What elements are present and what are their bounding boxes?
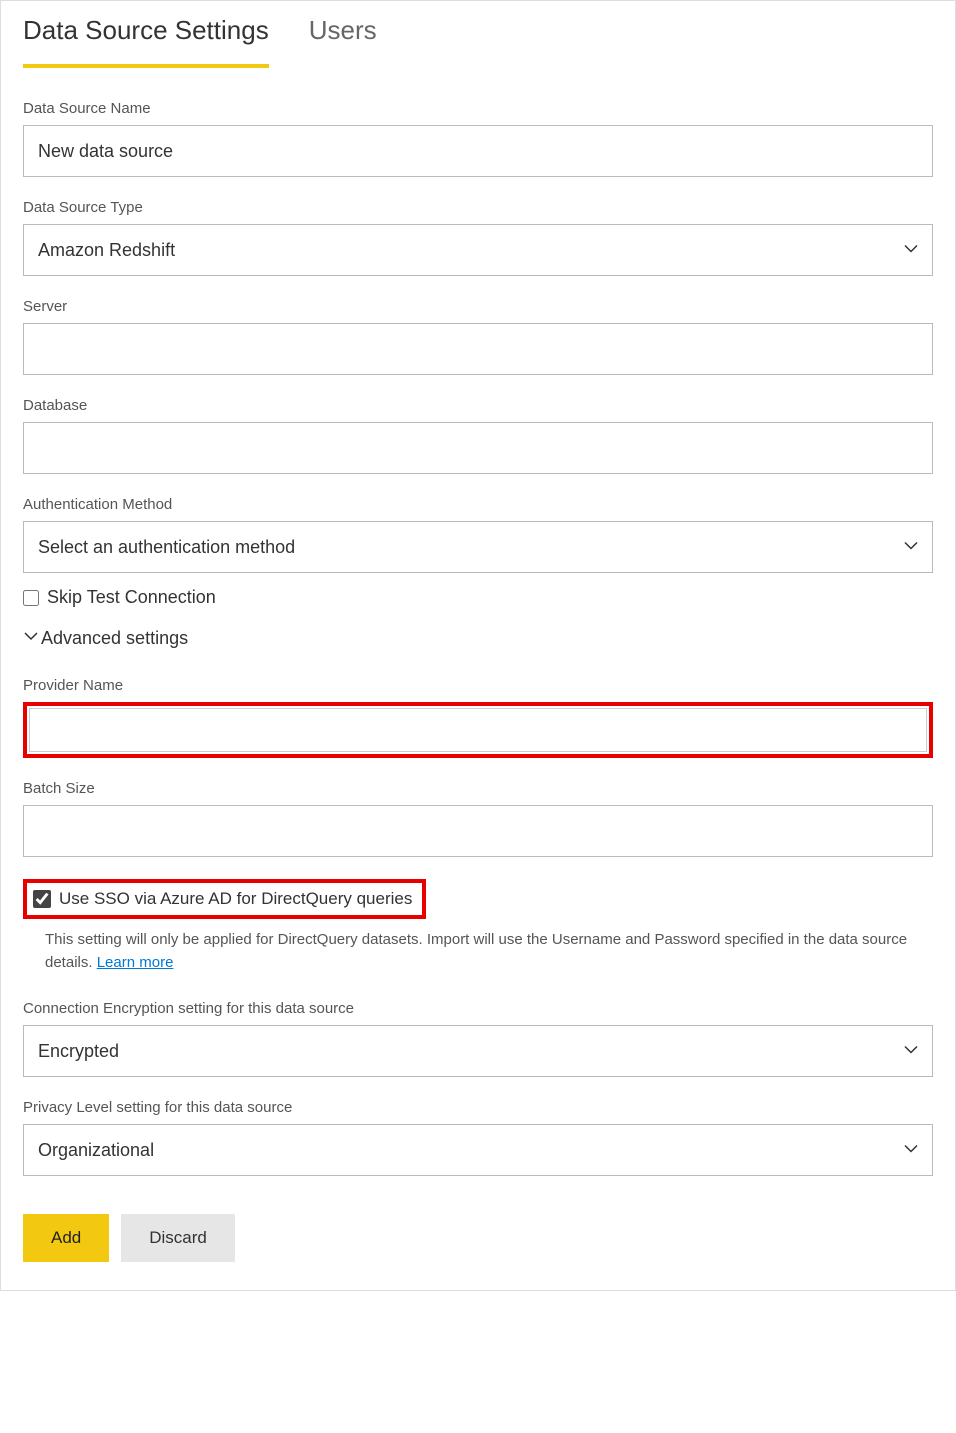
sso-label: Use SSO via Azure AD for DirectQuery que…: [59, 889, 412, 909]
privacy-select[interactable]: Organizational: [23, 1124, 933, 1176]
database-input[interactable]: [23, 422, 933, 474]
learn-more-link[interactable]: Learn more: [97, 954, 174, 971]
settings-panel: Data Source Settings Users Data Source N…: [0, 0, 956, 1291]
server-input[interactable]: [23, 323, 933, 375]
tab-users[interactable]: Users: [309, 9, 377, 68]
advanced-settings-label: Advanced settings: [41, 628, 188, 649]
sso-highlight: Use SSO via Azure AD for DirectQuery que…: [23, 879, 426, 919]
tab-data-source-settings[interactable]: Data Source Settings: [23, 9, 269, 68]
advanced-settings-toggle[interactable]: Advanced settings: [23, 628, 933, 649]
encryption-select[interactable]: Encrypted: [23, 1025, 933, 1077]
add-button[interactable]: Add: [23, 1214, 109, 1262]
data-source-name-input[interactable]: [23, 125, 933, 177]
data-source-name-label: Data Source Name: [23, 100, 933, 117]
chevron-down-icon: [23, 628, 39, 649]
skip-test-label: Skip Test Connection: [47, 587, 216, 608]
encryption-label: Connection Encryption setting for this d…: [23, 1000, 933, 1017]
provider-name-input[interactable]: [29, 708, 927, 752]
provider-name-label: Provider Name: [23, 677, 933, 694]
discard-button[interactable]: Discard: [121, 1214, 235, 1262]
skip-test-checkbox[interactable]: [23, 590, 39, 606]
batch-size-label: Batch Size: [23, 780, 933, 797]
auth-method-label: Authentication Method: [23, 496, 933, 513]
tab-bar: Data Source Settings Users: [23, 1, 933, 68]
auth-method-select[interactable]: Select an authentication method: [23, 521, 933, 573]
provider-name-highlight: [23, 702, 933, 758]
sso-checkbox[interactable]: [33, 890, 51, 908]
data-source-type-select[interactable]: Amazon Redshift: [23, 224, 933, 276]
data-source-type-label: Data Source Type: [23, 199, 933, 216]
batch-size-input[interactable]: [23, 805, 933, 857]
sso-helper-text: This setting will only be applied for Di…: [23, 929, 933, 974]
privacy-label: Privacy Level setting for this data sour…: [23, 1099, 933, 1116]
database-label: Database: [23, 397, 933, 414]
server-label: Server: [23, 298, 933, 315]
